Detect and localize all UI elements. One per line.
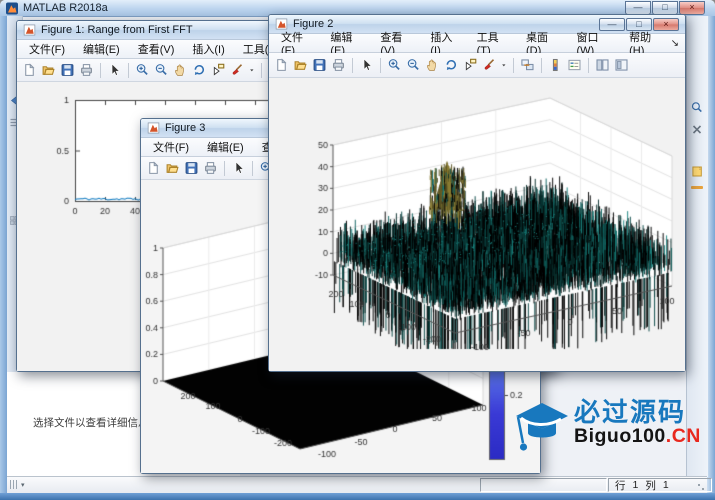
statusbar-row-col: 行1 列1 [608, 478, 712, 492]
toolbar-separator [541, 58, 542, 73]
minimize-button[interactable]: — [625, 1, 651, 15]
cursor-icon[interactable] [106, 62, 123, 79]
watermark-cn-text: 必过源码 [574, 399, 701, 425]
menu-item[interactable]: 编辑(E) [74, 39, 129, 59]
save-icon[interactable] [59, 62, 76, 79]
note-icon[interactable] [690, 165, 704, 179]
menu-item[interactable]: 文件(F) [20, 39, 74, 59]
search-icon[interactable] [690, 101, 704, 115]
toolbar-separator [128, 63, 129, 78]
print-icon[interactable] [330, 57, 347, 74]
figure2-window[interactable]: Figure 2 — □ × 文件(F)编辑(E)查看(V)插入(I)工具(T)… [268, 14, 686, 372]
toolbar-separator [252, 161, 253, 176]
zoom-in-icon[interactable] [134, 62, 151, 79]
row-label: 行 [615, 478, 626, 493]
pan-icon[interactable] [424, 57, 441, 74]
toolbar-separator [588, 58, 589, 73]
figure2-toolbar [269, 53, 685, 78]
link-plots-icon[interactable] [519, 57, 536, 74]
figure2-client [269, 78, 685, 371]
screen: MATLAB R2018a — □ × 选择文件以查看详细信息 ▾ 行1 列1 … [0, 0, 715, 500]
toolbar-separator [224, 161, 225, 176]
dock-figure-icon[interactable]: ↘ [671, 38, 679, 49]
matlab-app-icon [5, 2, 19, 15]
menu-item[interactable]: 查看(V) [129, 39, 184, 59]
caret-icon[interactable] [500, 57, 508, 74]
pan-icon[interactable] [172, 62, 189, 79]
new-icon[interactable] [273, 57, 290, 74]
cursor-icon[interactable] [358, 57, 375, 74]
brush-icon[interactable] [229, 62, 246, 79]
rotate-3d-icon[interactable] [191, 62, 208, 79]
col-label: 列 [645, 478, 656, 493]
print-icon[interactable] [78, 62, 95, 79]
details-placeholder-text: 选择文件以查看详细信息 [33, 415, 149, 430]
menu-item[interactable]: 文件(F) [144, 137, 198, 157]
close-icon[interactable] [690, 123, 704, 137]
toolbar-separator [352, 58, 353, 73]
new-icon[interactable] [145, 160, 162, 177]
cursor-icon[interactable] [230, 160, 247, 177]
insert-legend-icon[interactable] [566, 57, 583, 74]
window-border-left [0, 16, 7, 500]
statusbar-cell-empty [480, 478, 607, 492]
zoom-out-icon[interactable] [405, 57, 422, 74]
note-underline [691, 186, 703, 189]
figure2-menubar: 文件(F)编辑(E)查看(V)插入(I)工具(T)桌面(D)窗口(W)帮助(H)… [269, 34, 685, 53]
figure3-title: Figure 3 [165, 122, 205, 134]
brush-icon[interactable] [481, 57, 498, 74]
data-cursor-icon[interactable] [210, 62, 227, 79]
watermark-brand: Biguo100 [574, 425, 666, 447]
open-icon[interactable] [164, 160, 181, 177]
row-value: 1 [633, 479, 639, 491]
toolbar-separator [261, 63, 262, 78]
save-icon[interactable] [183, 160, 200, 177]
window-border-bottom [0, 493, 715, 500]
print-icon[interactable] [202, 160, 219, 177]
caret-icon[interactable] [248, 62, 256, 79]
menu-item[interactable]: 插入(I) [183, 39, 233, 59]
figure-icon [23, 24, 36, 36]
rotate-3d-icon[interactable] [443, 57, 460, 74]
watermark: 必过源码 Biguo100.CN [514, 399, 715, 467]
open-icon[interactable] [40, 62, 57, 79]
figure1-title: Figure 1: Range from First FFT [41, 24, 193, 36]
plot-browser-icon[interactable] [613, 57, 630, 74]
zoom-out-icon[interactable] [153, 62, 170, 79]
toolbar-separator [100, 63, 101, 78]
graduation-cap-icon [514, 399, 570, 467]
zoom-in-icon[interactable] [386, 57, 403, 74]
new-icon[interactable] [21, 62, 38, 79]
figure-icon [147, 122, 160, 134]
figure-palette-icon[interactable] [594, 57, 611, 74]
toolbar-separator [513, 58, 514, 73]
figure2-plot-canvas[interactable] [269, 78, 685, 371]
insert-colorbar-icon[interactable] [547, 57, 564, 74]
open-icon[interactable] [292, 57, 309, 74]
resize-grip-icon[interactable] [702, 488, 704, 490]
status-bar: ▾ 行1 列1 [7, 476, 707, 493]
app-title: MATLAB R2018a [23, 2, 108, 14]
statusbar-grip[interactable]: ▾ [10, 480, 25, 489]
close-button[interactable]: × [679, 1, 705, 15]
watermark-tld: .CN [666, 425, 701, 447]
toolbar-separator [380, 58, 381, 73]
save-icon[interactable] [311, 57, 328, 74]
maximize-button[interactable]: □ [652, 1, 678, 15]
menu-item[interactable]: 编辑(E) [198, 137, 253, 157]
col-value: 1 [663, 479, 669, 491]
data-cursor-icon[interactable] [462, 57, 479, 74]
